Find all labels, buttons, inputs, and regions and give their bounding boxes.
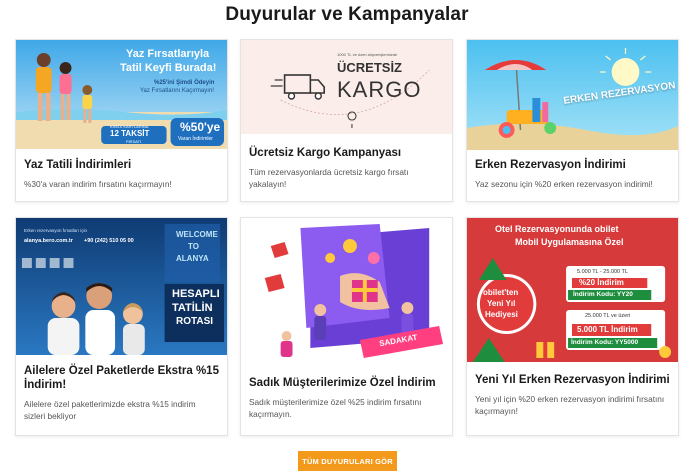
announcement-card-summer[interactable]: Yaz Fırsatlarıyla Tatil Keyfi Burada! %2… — [15, 39, 228, 202]
summer-discount-sub: Varan İndirimler — [178, 136, 213, 142]
newyear-offer2-code: İndirim Kodu: YY5000 — [571, 339, 639, 346]
shipping-headline-2: KARGO — [337, 77, 422, 102]
announcement-card-free-shipping[interactable]: 1000 TL ve üzeri alışverişlerinizde ÜCRE… — [240, 39, 453, 202]
card-description: Yeni yıl için %20 erken rezervasyon indi… — [475, 394, 665, 416]
newyear-circle-1: obilet'ten — [483, 288, 519, 297]
summer-headline-2: Tatil Keyfi Burada! — [120, 62, 217, 74]
summer-discount: %50'ye — [180, 120, 221, 134]
newyear-offer1-code: İndirim Kodu: YY20 — [573, 291, 633, 298]
card-title[interactable]: Erken Rezervasyon İndirimi — [475, 158, 670, 172]
newyear-headline-1: Otel Rezervasyonunda obilet — [495, 224, 619, 234]
announcement-card-early-booking[interactable]: ERKEN REZERVASYON Erken Rezervasyon İndi… — [466, 39, 679, 202]
newyear-circle-2: Yeni Yıl — [487, 299, 516, 308]
summer-sub-1: %25'ini Şimdi Ödeyin — [154, 80, 215, 86]
newyear-offer1-value: %20 İndirim — [579, 278, 624, 287]
family-phone: +90 (242) 510 05 00 — [84, 238, 134, 244]
card-description: Ailelere özel paketlerimizde ekstra %15 … — [24, 399, 196, 421]
card-title[interactable]: Sadık Müşterilerimize Özel İndirim — [249, 376, 444, 390]
family-top-small: Erken rezervasyon fırsatları için — [24, 228, 88, 233]
summer-installment: 12 TAKSİT — [110, 129, 150, 138]
page-title: Duyurular ve Kampanyalar — [225, 4, 469, 25]
family-banner-image[interactable]: Erken rezervasyon fırsatları için alanya… — [16, 218, 227, 355]
family-welcome-1: WELCOME — [176, 230, 218, 239]
card-title[interactable]: Yeni Yıl Erken Rezervasyon İndirimi — [475, 373, 670, 387]
shipping-headline-1: ÜCRETSİZ — [337, 60, 402, 75]
new-year-banner-image[interactable]: Otel Rezervasyonunda obilet Mobil Uygula… — [467, 218, 678, 362]
family-welcome-3: ALANYA — [176, 254, 209, 263]
family-welcome-2: TO — [188, 242, 199, 251]
view-all-announcements-button[interactable]: TÜM DUYURULARI GÖR — [298, 451, 397, 471]
card-description: Yaz sezonu için %20 erken rezervasyon in… — [475, 179, 653, 189]
family-headline-1: HESAPLI — [172, 288, 220, 300]
family-headline-3: ROTASI — [176, 316, 214, 327]
newyear-circle-3: Hediyesi — [485, 310, 518, 319]
summer-banner-image[interactable]: Yaz Fırsatlarıyla Tatil Keyfi Burada! %2… — [16, 40, 227, 149]
card-description: Sadık müşterilerimize özel %25 indirim f… — [249, 397, 422, 419]
summer-sub-2: Yaz Fırsatlarını Kaçırmayın! — [140, 88, 214, 94]
card-title[interactable]: Ücretsiz Kargo Kampanyası — [249, 146, 444, 160]
newyear-offer2-value: 5.000 TL İndirim — [577, 325, 638, 334]
loyalty-banner-graphic — [241, 218, 452, 366]
announcement-card-loyalty[interactable]: SADAKAT Sadık Müşterilerimize Özel İndir… — [240, 217, 453, 436]
announcement-card-family-packages[interactable]: Erken rezervasyon fırsatları için alanya… — [15, 217, 228, 436]
loyalty-banner-image[interactable]: SADAKAT — [241, 218, 452, 366]
free-shipping-banner-image[interactable]: 1000 TL ve üzeri alışverişlerinizde ÜCRE… — [241, 40, 452, 134]
family-site: alanya.bero.com.tr — [24, 238, 73, 244]
card-description: Tüm rezervasyonlarda ücretsiz kargo fırs… — [249, 167, 409, 189]
family-headline-2: TATİLİN — [172, 302, 213, 314]
card-description: %30'a varan indirim fırsatını kaçırmayın… — [24, 179, 172, 189]
card-title[interactable]: Yaz Tatili İndirimleri — [24, 158, 219, 172]
shipping-small: 1000 TL ve üzeri alışverişlerinizde — [337, 52, 398, 57]
summer-headline-1: Yaz Fırsatlarıyla — [126, 48, 210, 60]
newyear-offer2-range: 25.000 TL ve üzeri — [585, 313, 631, 319]
summer-installment-sub: FIRSATI — [126, 139, 142, 144]
early-booking-banner-image[interactable]: ERKEN REZERVASYON — [467, 40, 678, 150]
card-title[interactable]: Ailelere Özel Paketlerde Ekstra %15 İndi… — [24, 364, 219, 392]
announcement-card-new-year[interactable]: Otel Rezervasyonunda obilet Mobil Uygula… — [466, 217, 679, 436]
newyear-offer1-range: 5.000 TL - 25.000 TL — [577, 269, 628, 275]
newyear-headline-2: Mobil Uygulamasına Özel — [515, 237, 624, 247]
